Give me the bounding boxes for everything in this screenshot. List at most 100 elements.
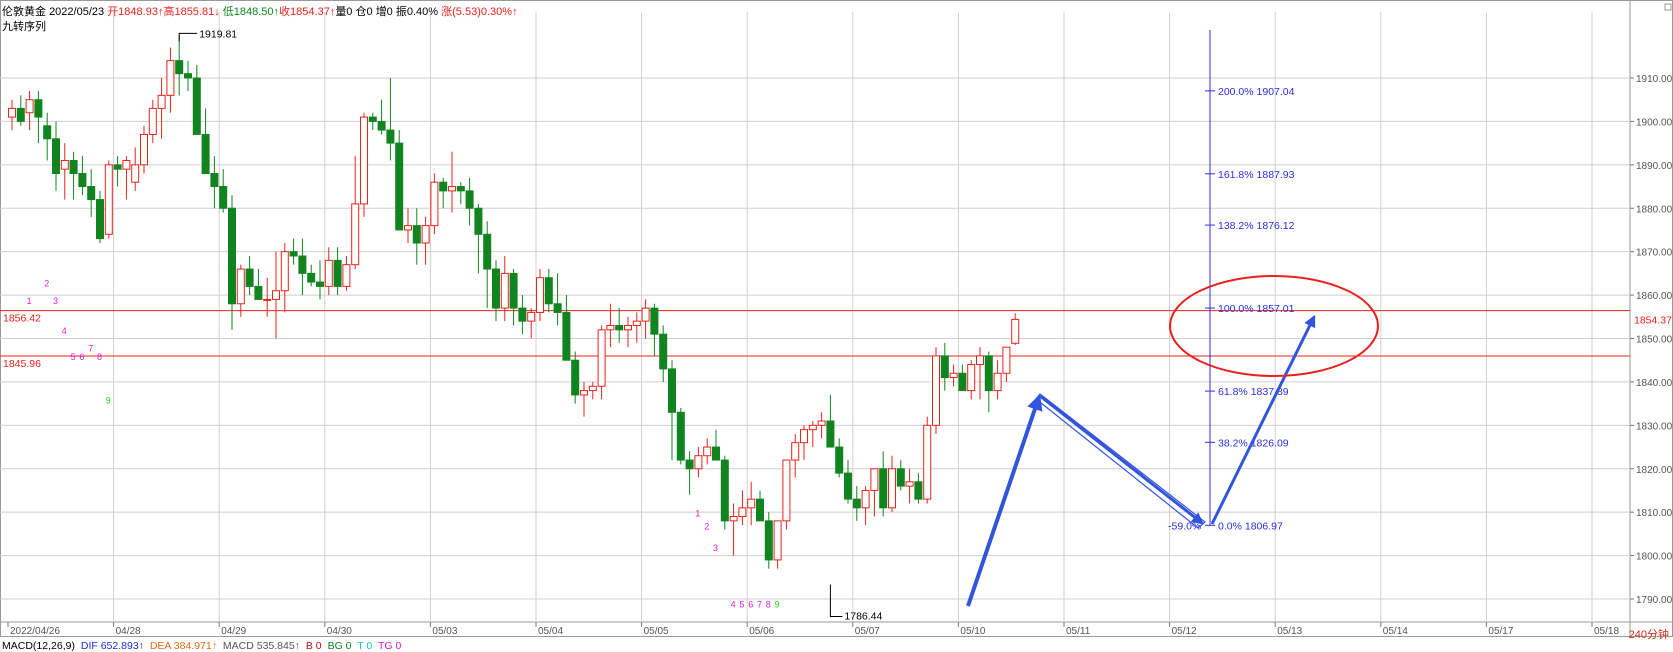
close-price: 收1854.37↑ [279, 6, 336, 18]
high-marker [178, 32, 198, 42]
candle-body [703, 446, 712, 457]
support-line-label: 1856.42 [3, 313, 41, 325]
x-tick-label: 2022/04/26 [10, 626, 60, 637]
td-sequence-number: 2 [704, 522, 709, 532]
trend-arrow-up [966, 393, 1043, 607]
td-sequence-number: 5 [739, 600, 744, 610]
candle-body [16, 107, 25, 122]
y-tick-label: 1790.00 [1636, 595, 1673, 606]
candle-body [228, 207, 236, 305]
td-sequence-number: 6 [748, 600, 753, 610]
y-tick-label: 1870.00 [1636, 248, 1673, 259]
corner-box [1664, 3, 1672, 11]
y-tick-label: 1900.00 [1636, 117, 1673, 128]
candle-body [377, 120, 386, 131]
candle-body [509, 272, 518, 309]
candle-body [192, 77, 201, 135]
candle-body [940, 355, 949, 379]
td-sequence-number: 9 [775, 600, 780, 610]
macd-bg: BG 0 [327, 640, 352, 652]
current-price-label: 1854.37 [1634, 315, 1672, 327]
candle-body [324, 259, 333, 287]
candle-body [43, 125, 52, 140]
candle-body [967, 364, 976, 392]
candle-body [764, 520, 773, 561]
candle-body [747, 498, 756, 509]
macd-tg: TG 0 [377, 640, 402, 652]
x-tick-label: 05/14 [1383, 626, 1408, 637]
candle-body [800, 429, 808, 444]
td-sequence-number: 7 [88, 344, 93, 354]
candle-body [69, 159, 78, 175]
x-tick-label: 04/30 [327, 626, 352, 637]
candle-body [580, 390, 588, 396]
candle-body [879, 468, 888, 509]
x-tick-label: 05/07 [855, 626, 880, 637]
fib-level-label: 200.0% 1907.04 [1218, 86, 1295, 98]
fib-level-label: 0.0% 1806.97 [1218, 520, 1283, 532]
candle-body [914, 481, 923, 500]
price-chart[interactable]: 1790.001800.001810.001820.001830.001840.… [0, 0, 1673, 650]
x-tick-label: 05/10 [960, 626, 985, 637]
open-interest: 仓0 [355, 6, 373, 18]
candle-body [500, 272, 509, 309]
candle-body [272, 290, 280, 300]
candle-body [808, 424, 817, 431]
macd-value: MACD 535.845↑ [222, 640, 300, 652]
x-tick-label: 05/03 [432, 626, 457, 637]
candle-body [544, 277, 553, 305]
candle-body [536, 277, 544, 313]
candle-body [148, 107, 157, 135]
high-price: 高1855.81↓ [163, 6, 220, 18]
candle-body [78, 173, 87, 188]
candle-body [360, 116, 368, 205]
candle-body [896, 468, 905, 487]
candle-body [280, 251, 289, 292]
increment: 增0 [375, 6, 393, 18]
td-sequence-number: 4 [731, 600, 736, 610]
candle-body [659, 333, 668, 370]
candle-body [720, 459, 729, 522]
candle-body [448, 186, 456, 192]
indicator-name: 九转序列 [2, 21, 46, 33]
candle-body [958, 372, 967, 392]
td-sequence-number: 1 [695, 509, 700, 519]
high-label: 1919.81 [199, 28, 237, 40]
x-tick-label: 05/11 [1066, 626, 1091, 637]
x-tick-label: 05/05 [644, 626, 669, 637]
macd-params[interactable]: MACD(12,26,9) [2, 640, 75, 652]
candle-body [104, 164, 113, 235]
candle-body [245, 268, 254, 287]
instrument-name: 伦敦黄金 [2, 6, 46, 18]
candle-body [412, 225, 421, 244]
low-marker [829, 584, 843, 617]
candle-body [870, 468, 879, 491]
candle-body [976, 355, 984, 366]
td-sequence-number: 3 [53, 296, 58, 306]
candle-body [236, 268, 245, 305]
low-label: 1786.44 [844, 610, 882, 622]
trend-arrow-target [1210, 314, 1316, 525]
support-line-label: 1845.96 [3, 358, 41, 370]
candle-body [641, 307, 650, 322]
candle-body [316, 281, 324, 287]
candle-body [421, 225, 430, 244]
candle-body [52, 138, 60, 175]
candle-body [712, 446, 720, 461]
candle-body [298, 255, 307, 274]
amplitude: 振0.40% [395, 6, 439, 18]
candle-body [597, 329, 606, 387]
y-tick-label: 1890.00 [1636, 161, 1673, 172]
macd-b: B 0 [305, 640, 322, 652]
candle-body [465, 190, 474, 209]
candle-body [483, 233, 492, 270]
candle-body [553, 303, 562, 313]
candle-body [826, 420, 835, 448]
candle-body [571, 359, 580, 396]
x-tick-label: 05/04 [538, 626, 563, 637]
candle-body [8, 107, 16, 118]
td-sequence-number: 9 [106, 396, 111, 406]
timeframe-selector[interactable]: 240分钟 [1629, 626, 1669, 642]
candle-body [456, 186, 465, 192]
candle-body [140, 133, 148, 166]
